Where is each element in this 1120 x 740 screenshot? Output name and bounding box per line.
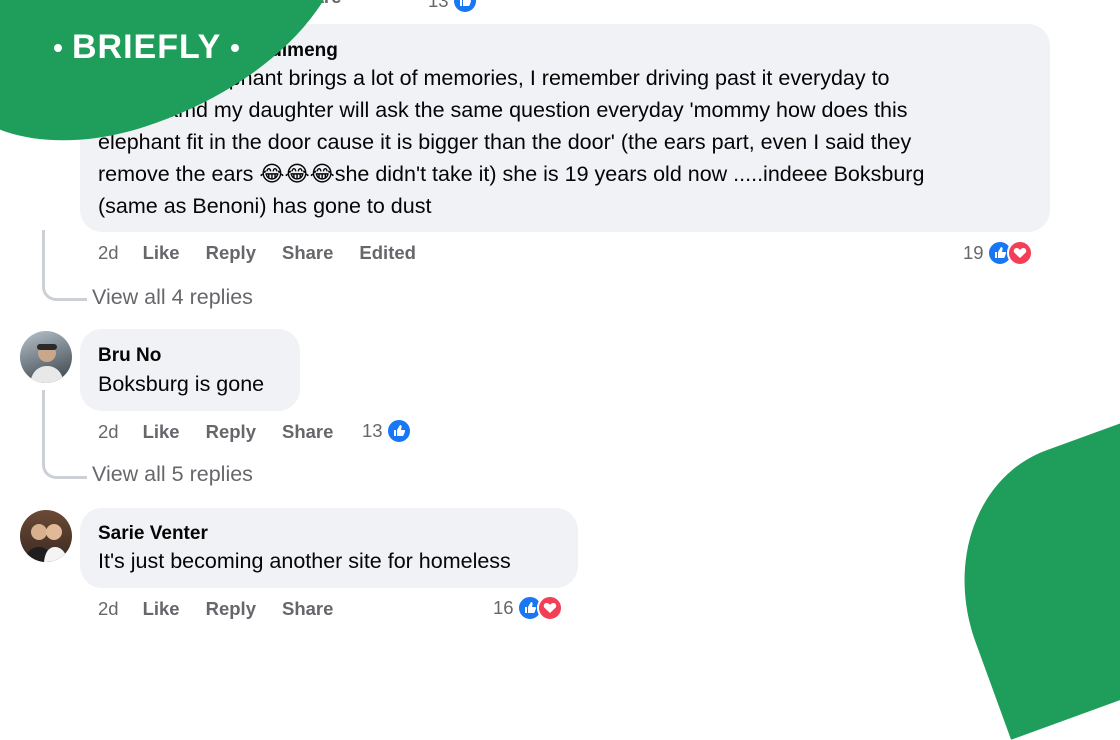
brand-logo: BRIEFLY [44, 28, 249, 67]
reaction-summary[interactable]: 16 [493, 595, 563, 621]
logo-dot-icon [54, 43, 62, 52]
reaction-count: 19 [963, 242, 984, 263]
comment-line: remove the ears 😂😂😂she didn't take it) s… [98, 162, 925, 186]
edited-label[interactable]: Edited [359, 242, 416, 264]
reply-link[interactable]: Reply [206, 598, 256, 620]
reaction-summary[interactable]: 13 [362, 418, 412, 444]
like-reaction-icon [385, 418, 412, 444]
brand-corner-shape [922, 420, 1120, 740]
comment-author[interactable]: Bru No [98, 345, 161, 367]
comment-line: elephant fit in the door cause it is big… [98, 130, 912, 154]
comment-actions: 2d Like Reply Share Edited [98, 242, 442, 264]
comment-time[interactable]: 2d [98, 421, 119, 443]
reaction-count: 13 [362, 420, 383, 441]
thread-connector [42, 230, 87, 301]
avatar[interactable] [20, 331, 72, 383]
heart-reaction-icon [1006, 240, 1033, 266]
like-reaction-icon [451, 0, 478, 14]
top-partial-reactions[interactable]: 13 [428, 0, 478, 14]
logo-dot-icon [231, 43, 240, 52]
view-replies-link[interactable]: View all 5 replies [92, 462, 253, 487]
share-link[interactable]: Share [282, 421, 333, 443]
like-link[interactable]: Like [143, 421, 180, 443]
avatar[interactable] [20, 510, 72, 562]
reaction-summary[interactable]: 19 [963, 240, 1033, 266]
comment-line: elephant brings a lot of memories, I rem… [200, 66, 890, 90]
reply-link[interactable]: Reply [206, 242, 256, 264]
heart-reaction-icon [536, 595, 563, 621]
comment-actions: 2d Like Reply Share [98, 598, 359, 620]
comment-author[interactable]: Sarie Venter [98, 523, 208, 545]
reaction-count: 13 [428, 0, 449, 11]
comment-time[interactable]: 2d [98, 598, 119, 620]
share-link[interactable]: Share [282, 242, 333, 264]
comment-text: It's just becoming another site for home… [98, 549, 511, 573]
brand-name: BRIEFLY [72, 28, 222, 66]
comment-line: school amd my daughter will ask the same… [98, 98, 908, 122]
comment-actions: 2d Like Reply Share [98, 421, 359, 443]
like-link[interactable]: Like [143, 242, 180, 264]
comment-time[interactable]: 2d [98, 242, 119, 264]
view-replies-link[interactable]: View all 4 replies [92, 285, 253, 310]
reaction-count: 16 [493, 597, 514, 618]
comment-line: (same as Benoni) has gone to dust [98, 194, 432, 218]
comment-text: Boksburg is gone [98, 372, 265, 396]
thread-connector [42, 390, 87, 479]
reply-link[interactable]: Reply [206, 421, 256, 443]
share-link[interactable]: Share [282, 598, 333, 620]
like-link[interactable]: Like [143, 598, 180, 620]
